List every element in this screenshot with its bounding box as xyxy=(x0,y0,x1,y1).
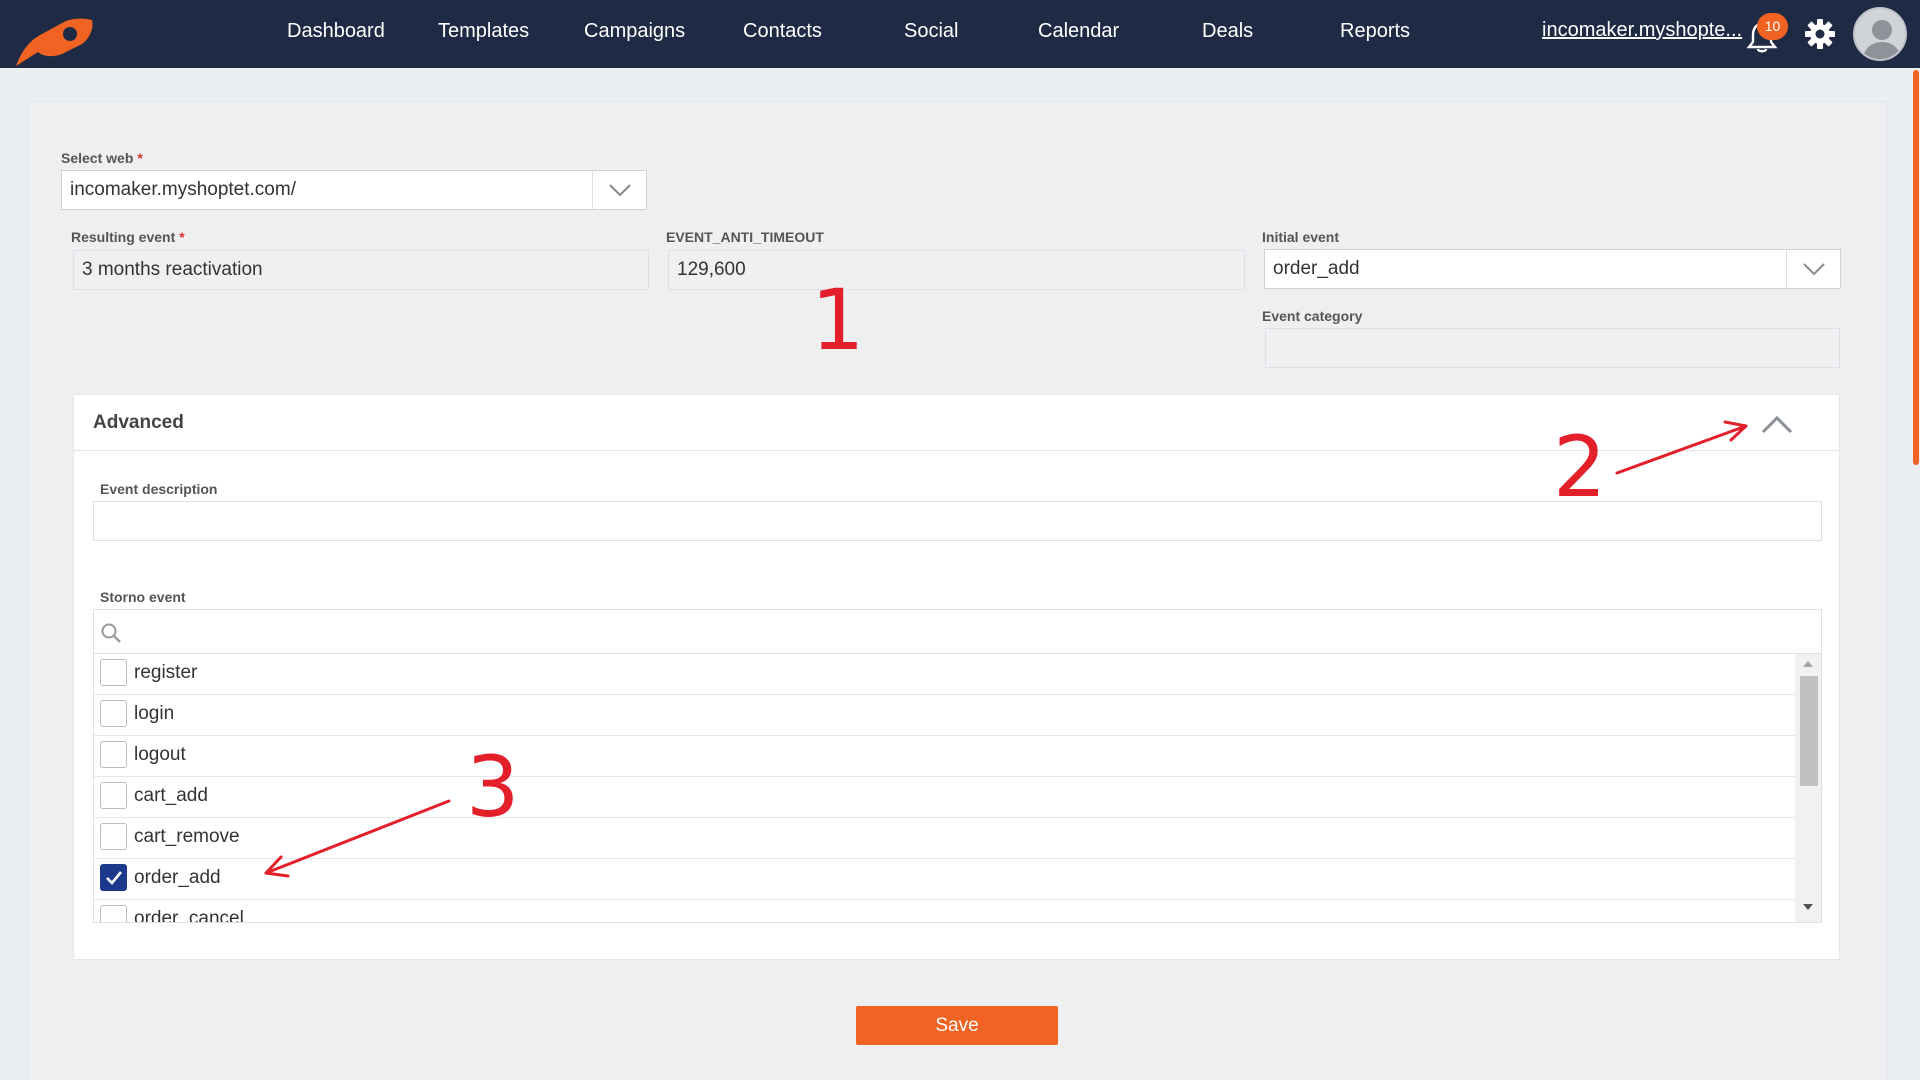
storno-event-label: Storno event xyxy=(100,589,186,605)
checkmark-icon xyxy=(106,871,123,885)
anti-timeout-field[interactable]: 129,600 xyxy=(668,250,1245,290)
settings-gear-icon[interactable] xyxy=(1803,17,1837,51)
nav-deals[interactable]: Deals xyxy=(1202,20,1253,43)
select-web-dropdown[interactable]: incomaker.myshoptet.com/ xyxy=(61,170,647,210)
storno-option-label: order_cancel xyxy=(134,908,244,923)
checkbox-checked[interactable] xyxy=(100,864,127,891)
chevron-down-icon xyxy=(609,184,631,197)
storno-search-row xyxy=(94,610,1821,654)
checkbox[interactable] xyxy=(100,741,127,768)
nav-calendar[interactable]: Calendar xyxy=(1038,20,1119,43)
nav-reports[interactable]: Reports xyxy=(1340,20,1410,43)
storno-option-logout[interactable]: logout xyxy=(94,736,1795,777)
incomaker-logo-icon[interactable] xyxy=(12,14,96,68)
save-button[interactable]: Save xyxy=(856,1006,1058,1045)
top-navigation-bar: Dashboard Templates Campaigns Contacts S… xyxy=(0,0,1920,68)
chevron-down-icon xyxy=(1803,263,1825,276)
select-web-label: Select web * xyxy=(61,150,143,166)
nav-contacts[interactable]: Contacts xyxy=(743,20,822,43)
storno-list-scrollbar[interactable] xyxy=(1795,654,1821,922)
storno-option-login[interactable]: login xyxy=(94,695,1795,736)
annotation-number-1: 1 xyxy=(811,271,865,369)
storno-event-multiselect: register login logout cart_add cart_removeor… xyxy=(93,609,1822,923)
storno-option-cart-add[interactable]: cart_add xyxy=(94,777,1795,818)
storno-options-list: register login logout cart_add cart_removeor… xyxy=(94,654,1795,923)
event-category-label: Event category xyxy=(1262,308,1363,324)
resulting-event-label: Resulting event * xyxy=(71,229,185,245)
nav-templates[interactable]: Templates xyxy=(438,20,529,43)
nav-campaigns[interactable]: Campaigns xyxy=(584,20,685,43)
checkbox[interactable] xyxy=(100,905,127,922)
shop-account-link[interactable]: incomaker.myshopte... xyxy=(1542,19,1742,42)
storno-option-order-cancel[interactable]: order_cancel xyxy=(94,900,1795,923)
storno-option-label: register xyxy=(134,662,198,683)
storno-option-label: order_add xyxy=(134,867,221,888)
user-avatar[interactable] xyxy=(1853,7,1907,61)
initial-event-toggle[interactable] xyxy=(1786,250,1840,288)
select-web-value: incomaker.myshoptet.com/ xyxy=(70,179,296,200)
scroll-up-arrow-icon[interactable] xyxy=(1803,660,1813,667)
anti-timeout-label: EVENT_ANTI_TIMEOUT xyxy=(666,229,824,245)
initial-event-dropdown[interactable]: order_add xyxy=(1264,249,1841,289)
storno-option-label: login xyxy=(134,703,175,724)
scroll-down-arrow-icon[interactable] xyxy=(1803,904,1813,911)
resulting-event-field[interactable]: 3 months reactivation xyxy=(73,250,649,290)
event-category-field[interactable] xyxy=(1265,328,1840,368)
checkbox[interactable] xyxy=(100,782,127,809)
nav-social[interactable]: Social xyxy=(904,20,958,43)
search-icon xyxy=(101,623,121,643)
notifications-count-badge: 10 xyxy=(1757,13,1788,40)
storno-option-label: logout xyxy=(134,744,186,765)
nav-dashboard[interactable]: Dashboard xyxy=(287,20,385,43)
user-silhouette-icon xyxy=(1862,20,1902,59)
storno-option-label: cart_remove xyxy=(134,826,240,847)
storno-search-input[interactable] xyxy=(128,614,1808,648)
storno-list-scrollbar-thumb[interactable] xyxy=(1800,676,1818,786)
chevron-up-icon[interactable] xyxy=(1760,413,1794,435)
checkbox[interactable] xyxy=(100,823,127,850)
storno-option-cart-remove[interactable]: cart_remove xyxy=(94,818,1795,859)
initial-event-value: order_add xyxy=(1273,258,1360,279)
checkbox[interactable] xyxy=(100,700,127,727)
initial-event-label: Initial event xyxy=(1262,229,1340,245)
annotation-number-3: 3 xyxy=(466,738,520,836)
page-scrollbar-thumb[interactable] xyxy=(1913,70,1919,465)
storno-option-order-add[interactable]: order_add xyxy=(94,859,1795,900)
checkbox[interactable] xyxy=(100,659,127,686)
advanced-panel-title: Advanced xyxy=(93,412,184,433)
event-description-label: Event description xyxy=(100,481,218,497)
storno-option-register[interactable]: register xyxy=(94,654,1795,695)
annotation-number-2: 2 xyxy=(1553,418,1607,516)
storno-option-label: cart_add xyxy=(134,785,208,806)
select-web-toggle[interactable] xyxy=(592,171,646,209)
